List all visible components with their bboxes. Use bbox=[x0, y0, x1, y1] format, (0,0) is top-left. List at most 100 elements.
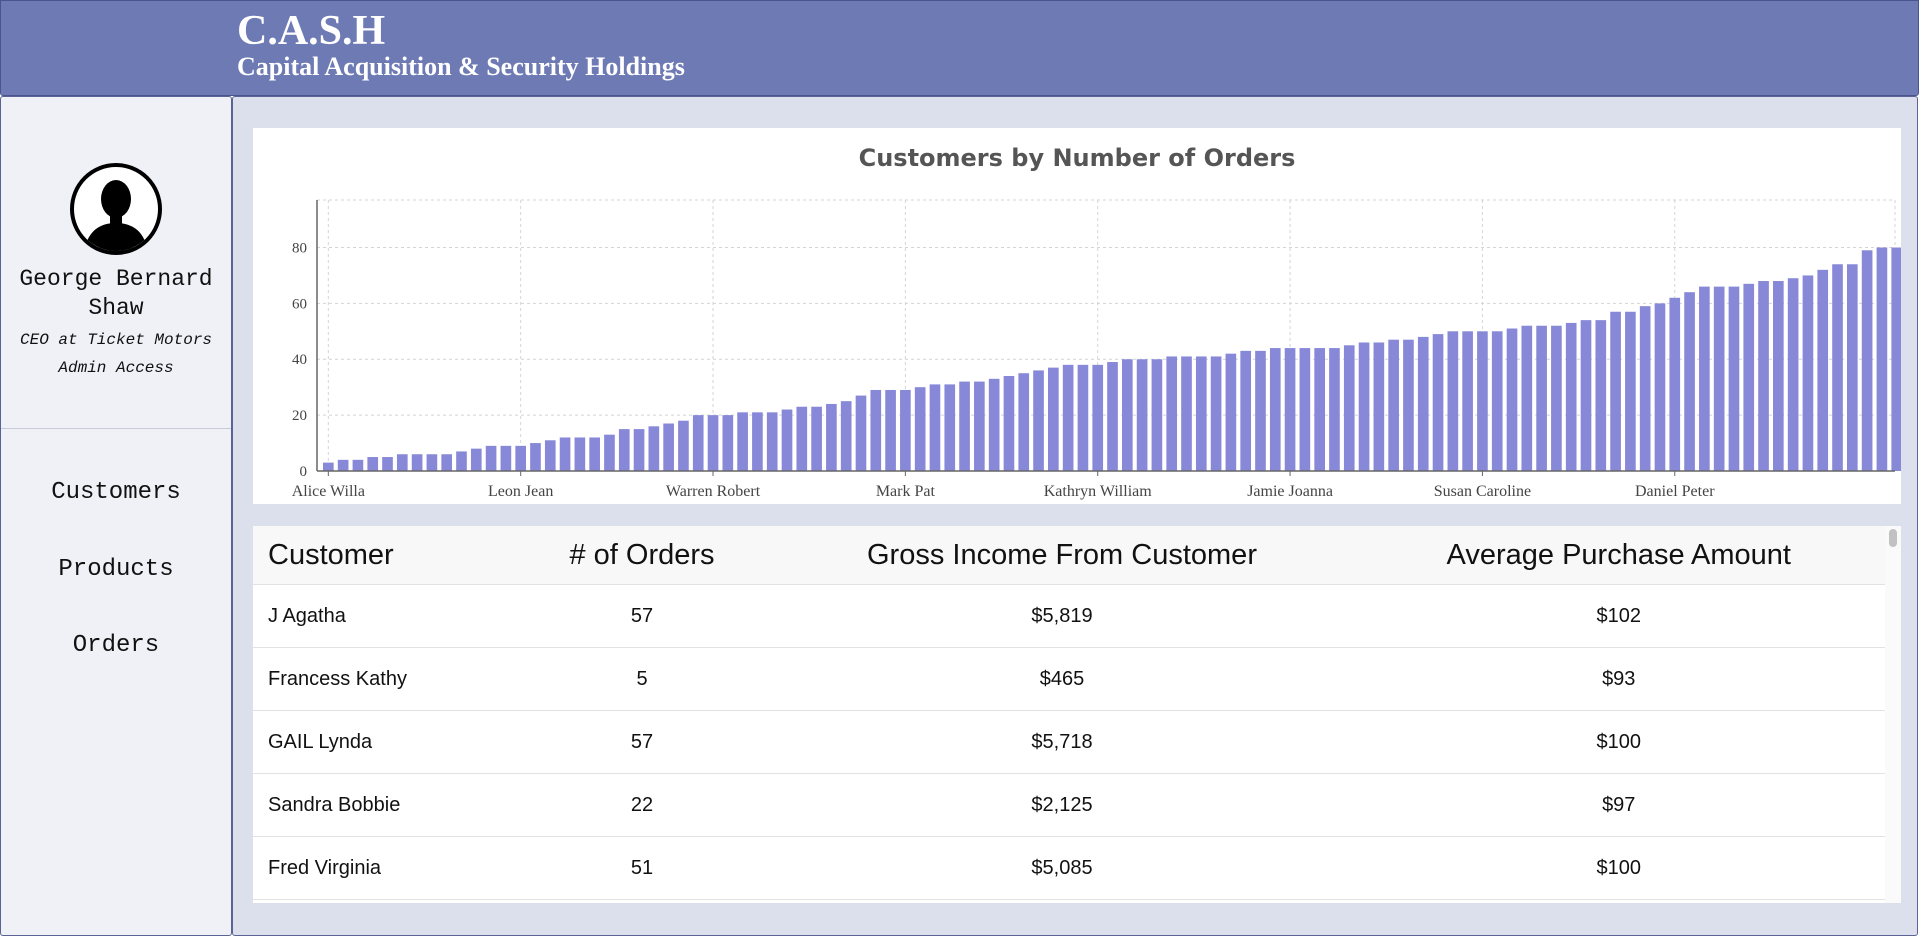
y-tick-label: 20 bbox=[292, 408, 307, 424]
x-tick-label: Alice Willa bbox=[292, 483, 365, 500]
x-tick-label: Warren Robert bbox=[666, 483, 761, 500]
chart-bar bbox=[1166, 356, 1178, 471]
chart-bar bbox=[1107, 362, 1118, 471]
column-header-average-purchase[interactable]: Average Purchase Amount bbox=[1353, 526, 1886, 585]
brand-subtitle: Capital Acquisition & Security Holdings bbox=[237, 52, 685, 81]
user-role: CEO at Ticket Motors bbox=[19, 331, 213, 349]
chart-bar bbox=[1343, 345, 1355, 471]
chart-bar bbox=[766, 412, 778, 471]
chart-bar bbox=[1521, 325, 1533, 471]
chart-bar bbox=[1062, 364, 1074, 471]
nav-item-orders[interactable]: Orders bbox=[1, 632, 231, 659]
chart-bar bbox=[855, 395, 867, 471]
chart-bar bbox=[1861, 250, 1873, 471]
table-row[interactable]: J Agatha 57 $5,819 $102 bbox=[253, 584, 1886, 648]
chart-bar bbox=[826, 403, 837, 471]
chart-bar bbox=[1210, 356, 1222, 471]
chart-bar bbox=[411, 454, 423, 471]
cell-customer: Francess Kathy bbox=[253, 647, 513, 711]
chart-bar bbox=[1092, 364, 1104, 471]
chart-bar bbox=[900, 389, 911, 471]
x-tick-label: Jamie Joanna bbox=[1247, 483, 1333, 500]
chart-bar bbox=[1713, 286, 1725, 471]
table-scrollbar-thumb[interactable] bbox=[1889, 529, 1897, 547]
chart-bar bbox=[323, 462, 334, 471]
table-row[interactable] bbox=[253, 899, 1886, 903]
chart-bar bbox=[456, 451, 467, 471]
chart-bar bbox=[1728, 286, 1740, 471]
chart-bar bbox=[1477, 331, 1488, 471]
chart-bar bbox=[1580, 320, 1592, 471]
nav-item-customers[interactable]: Customers bbox=[1, 479, 231, 506]
chart-bar bbox=[1699, 286, 1710, 471]
nav-item-products[interactable]: Products bbox=[1, 556, 231, 583]
chart-bar bbox=[1417, 336, 1429, 471]
chart-bar bbox=[1255, 350, 1266, 471]
column-header-customer[interactable]: Customer bbox=[253, 526, 513, 585]
y-tick-label: 60 bbox=[292, 296, 307, 312]
chart-bar bbox=[692, 415, 704, 471]
chart-bar bbox=[1787, 278, 1799, 471]
cell-customer: Sandra Bobbie bbox=[253, 773, 513, 837]
chart-bar bbox=[470, 448, 482, 471]
chart-bar bbox=[515, 445, 527, 471]
user-avatar-icon bbox=[70, 163, 162, 255]
chart-bar bbox=[1136, 359, 1148, 471]
chart-bar bbox=[1033, 370, 1044, 471]
chart-panel: Customers by Number of Orders 0 20 40 60 80 A… bbox=[253, 128, 1901, 504]
cell-orders: 51 bbox=[513, 836, 771, 900]
chart-bar bbox=[781, 409, 793, 471]
chart-bar bbox=[574, 437, 586, 471]
chart-bar bbox=[1240, 350, 1252, 471]
chart-bar bbox=[1269, 348, 1281, 471]
cell-customer: Fred Virginia bbox=[253, 836, 513, 900]
cell-gross-income bbox=[771, 899, 1353, 903]
table-row[interactable]: Fred Virginia 51 $5,085 $100 bbox=[253, 836, 1886, 900]
chart-bar bbox=[1048, 367, 1059, 471]
app-header: C.A.S.H Capital Acquisition & Security H… bbox=[0, 0, 1919, 96]
chart-bar bbox=[1551, 325, 1562, 471]
chart-bar bbox=[1891, 247, 1901, 471]
chart-bar bbox=[914, 387, 926, 471]
cell-gross-income: $5,819 bbox=[771, 584, 1353, 648]
table-scrollbar[interactable] bbox=[1885, 526, 1901, 903]
main-content: Customers by Number of Orders 0 20 40 60 80 A… bbox=[232, 96, 1918, 936]
chart-bar bbox=[1373, 342, 1385, 471]
chart-bar bbox=[811, 406, 822, 471]
table-row[interactable]: Francess Kathy 5 $465 $93 bbox=[253, 647, 1886, 711]
chart-bar bbox=[1003, 376, 1015, 471]
chart-bar bbox=[1610, 311, 1621, 471]
chart-bar bbox=[1181, 356, 1192, 471]
customers-table: Customer # of Orders Gross Income From C… bbox=[253, 526, 1886, 903]
chart-bar bbox=[1565, 322, 1577, 471]
table-row[interactable]: Sandra Bobbie 22 $2,125 $97 bbox=[253, 773, 1886, 837]
chart-bar bbox=[1462, 331, 1473, 471]
chart-bar bbox=[633, 429, 645, 471]
cell-customer: J Agatha bbox=[253, 584, 513, 648]
chart-bar bbox=[352, 459, 364, 471]
sidebar: George Bernard Shaw CEO at Ticket Motors… bbox=[0, 96, 232, 936]
chart-bar bbox=[1018, 373, 1030, 471]
chart-bar bbox=[1743, 283, 1755, 471]
chart-bar bbox=[485, 445, 497, 471]
chart-bar bbox=[1299, 348, 1311, 471]
chart-bar bbox=[1773, 281, 1784, 471]
chart-bar bbox=[885, 389, 896, 471]
y-tick-label: 40 bbox=[292, 352, 307, 368]
chart-bar bbox=[1388, 339, 1399, 471]
cell-average-purchase: $100 bbox=[1353, 836, 1886, 900]
chart-bar bbox=[1669, 297, 1681, 471]
chart-bar bbox=[944, 384, 956, 471]
table-row[interactable]: GAIL Lynda 57 $5,718 $100 bbox=[253, 710, 1886, 774]
chart-bar bbox=[840, 401, 852, 471]
x-tick-label: Kathryn William bbox=[1044, 483, 1152, 500]
chart-bar bbox=[722, 415, 734, 471]
orders-bar-chart: 0 20 40 60 80 Alice Willa Leon Jean Warren Robe… bbox=[292, 199, 1901, 500]
user-access-level: Admin Access bbox=[58, 359, 174, 377]
chart-bar bbox=[1817, 269, 1829, 471]
column-header-orders[interactable]: # of Orders bbox=[513, 526, 771, 585]
cell-gross-income: $465 bbox=[771, 647, 1353, 711]
column-header-gross-income[interactable]: Gross Income From Customer bbox=[771, 526, 1353, 585]
chart-bar bbox=[589, 437, 600, 471]
cell-orders bbox=[513, 899, 771, 903]
